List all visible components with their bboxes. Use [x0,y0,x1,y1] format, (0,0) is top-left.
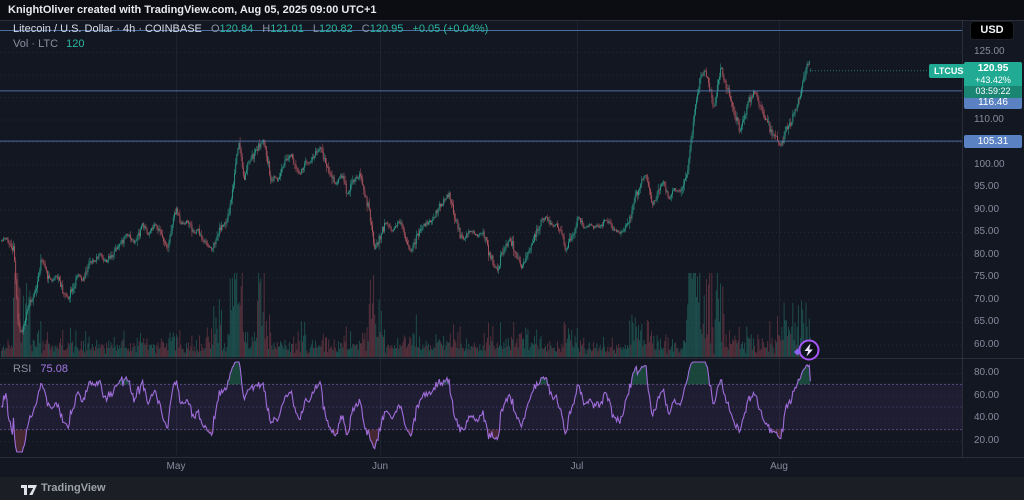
tradingview-brand-text[interactable]: TradingView [41,482,106,494]
symbol-title[interactable]: Litecoin / U.S. Dollar · 4h · COINBASE [13,23,202,35]
rsi-tick-label: 80.00 [974,368,999,378]
change-text: +0.05 (+0.04%) [412,23,488,35]
price-tick-label: 110.00 [974,115,1004,125]
time-tick-label: Jun [365,461,395,472]
volume-value: 120 [66,38,84,50]
time-tick-label: Jul [562,461,592,472]
price-tick-label: 90.00 [974,205,999,215]
ohlc-open: O120.84 [211,23,253,35]
volume-label: Vol · LTC [13,38,58,50]
price-chart-canvas[interactable] [0,0,1024,500]
bar-countdown: 03:59:22 [964,86,1022,98]
current-price-badge: 120.95 +43.42% 03:59:22 [964,62,1022,98]
ohlc-close: C120.95 [362,23,404,35]
price-tick-label: 65.00 [974,317,999,327]
price-tick-label: 80.00 [974,250,999,260]
price-tick-label: 125.00 [974,47,1005,57]
price-tick-label: 75.00 [974,272,999,282]
current-price-value: 120.95 [964,62,1022,75]
rsi-value: 75.08 [40,363,68,375]
time-tick-label: Aug [764,461,794,472]
rsi-tick-label: 60.00 [974,391,999,401]
attribution-bar: KnightOliver created with TradingView.co… [0,0,1024,20]
rsi-tick-label: 40.00 [974,413,999,423]
volume-legend: Vol · LTC 120 [13,38,84,50]
time-tick-label: May [161,461,191,472]
symbol-legend: Litecoin / U.S. Dollar · 4h · COINBASE O… [13,23,488,35]
current-change-pct: +43.42% [964,75,1022,86]
rsi-legend: RSI 75.08 [13,363,68,375]
currency-toggle-button[interactable]: USD [970,21,1014,40]
rsi-tick-label: 20.00 [974,436,999,446]
ohlc-low: L120.82 [313,23,353,35]
price-tick-label: 85.00 [974,227,999,237]
price-tick-label: 95.00 [974,182,999,192]
rsi-label[interactable]: RSI [13,363,31,375]
price-tick-label: 60.00 [974,340,999,350]
price-tick-label: 70.00 [974,295,999,305]
tradingview-chart-app: KnightOliver created with TradingView.co… [0,0,1024,500]
price-tick-label: 100.00 [974,160,1005,170]
price-line-badge-105: 105.31 [964,135,1022,148]
attribution-text: KnightOliver created with TradingView.co… [0,0,377,20]
ohlc-high: H121.01 [262,23,304,35]
tradingview-logo-icon[interactable] [20,482,38,496]
footer-bar: TradingView [0,477,1024,500]
